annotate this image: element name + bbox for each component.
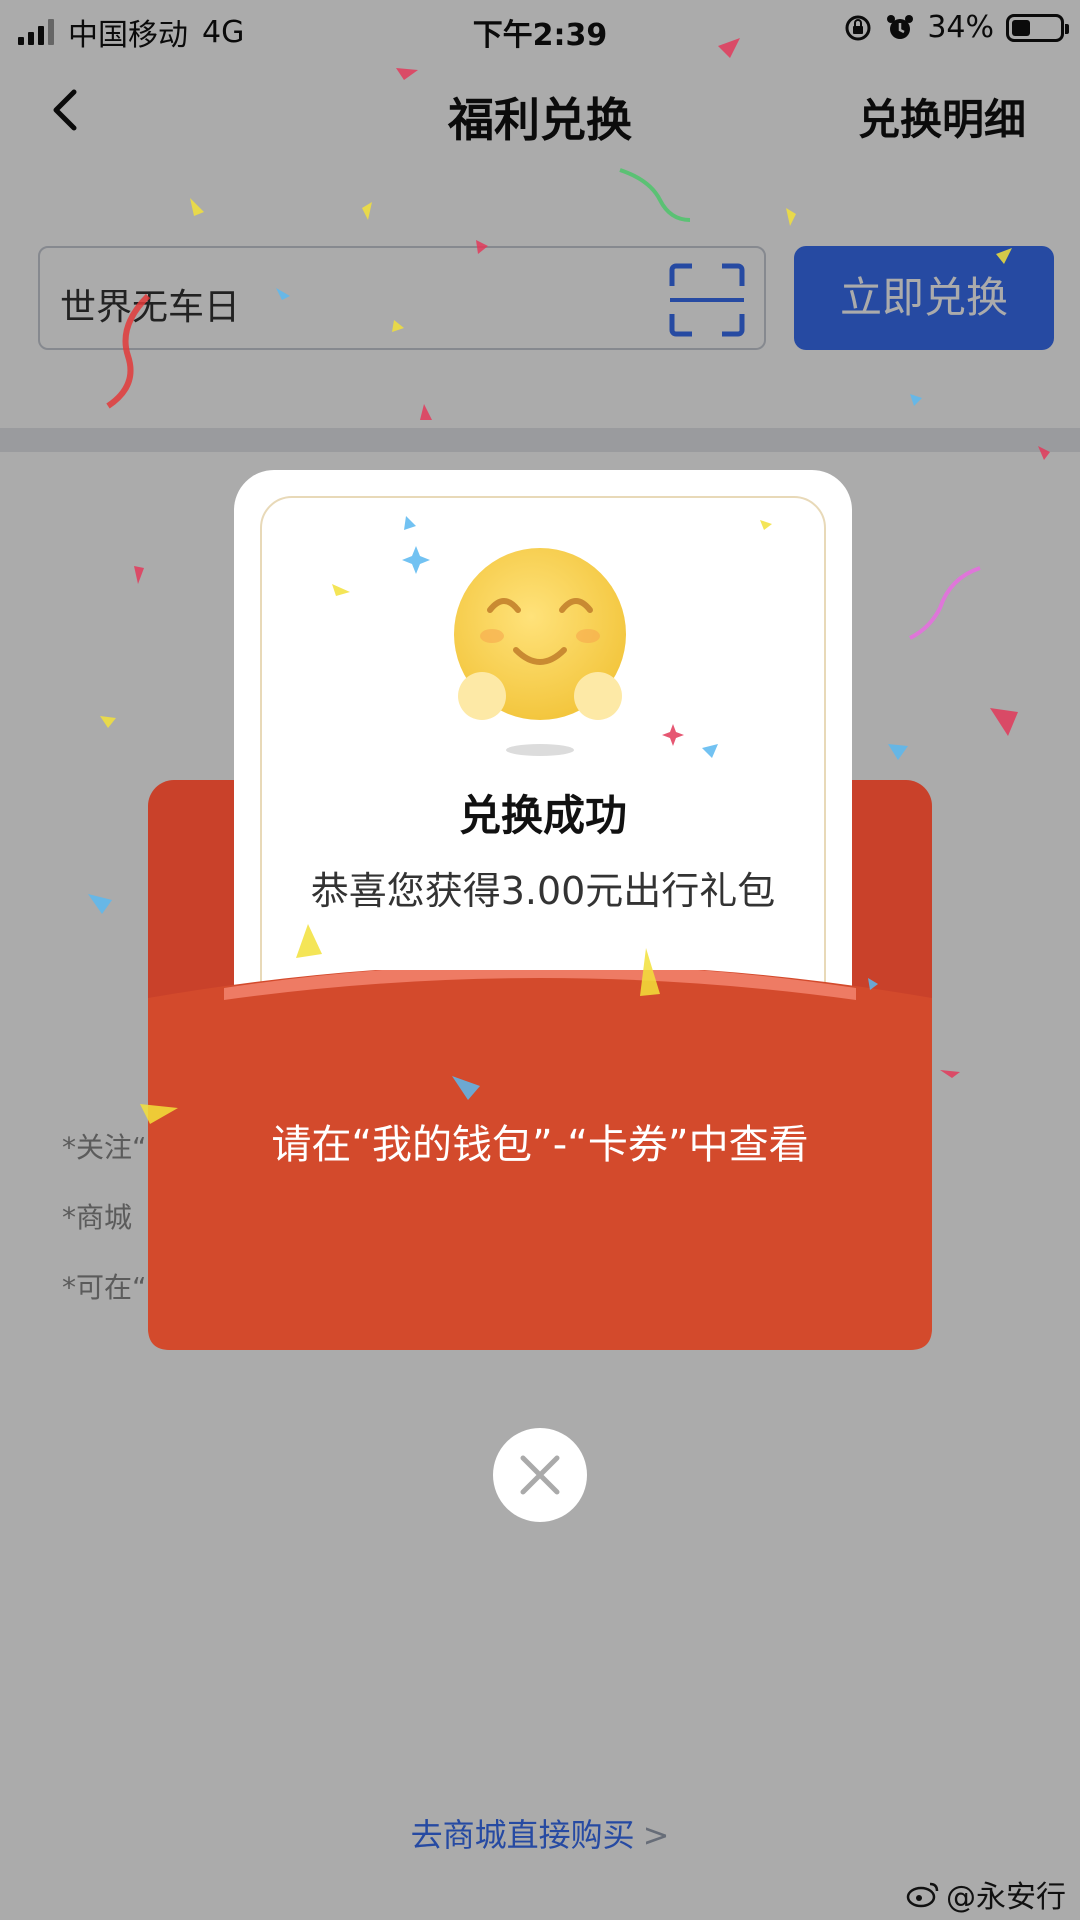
wallet-hint: 请在“我的钱包”-“卡券”中查看 bbox=[271, 1122, 809, 1168]
prize-text: 恭喜您获得3.00元出行礼包 bbox=[310, 869, 776, 913]
close-button[interactable] bbox=[493, 1428, 587, 1522]
success-title: 兑换成功 bbox=[458, 791, 627, 840]
close-icon bbox=[520, 1455, 560, 1495]
weibo-icon bbox=[906, 1882, 939, 1908]
weibo-watermark: @永安行 bbox=[906, 1872, 1066, 1916]
smiley-icon bbox=[454, 548, 626, 756]
watermark-text: @永安行 bbox=[946, 1880, 1066, 1915]
